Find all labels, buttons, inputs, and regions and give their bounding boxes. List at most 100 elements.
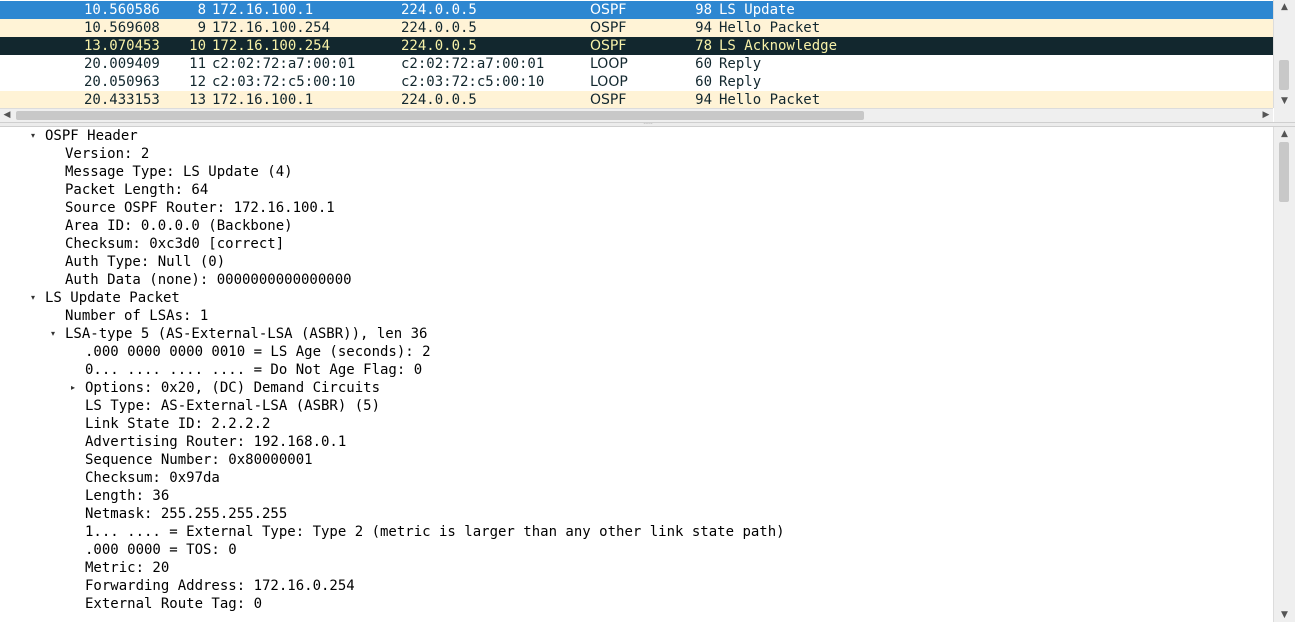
detail-tree-label: Packet Length: 64 <box>65 182 209 198</box>
scrollbar-thumb[interactable] <box>1279 142 1289 202</box>
detail-tree-item[interactable]: ▾ LS Update Packet <box>0 289 1273 307</box>
detail-tree-item[interactable]: Length: 36 <box>0 487 1273 505</box>
packet-list-pane: 8 10.560586 172.16.100.1 224.0.0.5 OSPF 98 LS … <box>0 0 1295 122</box>
expand-arrow-down-icon[interactable]: ▾ <box>27 289 39 307</box>
packet-time: 20.009409 <box>84 56 160 72</box>
detail-tree-label: Advertising Router: 192.168.0.1 <box>85 434 347 450</box>
detail-tree-label: 0... .... .... .... = Do Not Age Flag: 0 <box>85 362 423 378</box>
packet-source: 172.16.100.254 <box>212 20 331 36</box>
detail-tree-item[interactable]: Checksum: 0xc3d0 [correct] <box>0 235 1273 253</box>
detail-tree-label: Checksum: 0xc3d0 [correct] <box>65 236 285 252</box>
detail-tree-label: .000 0000 0000 0010 = LS Age (seconds): … <box>85 344 431 360</box>
detail-tree-item[interactable]: Advertising Router: 192.168.0.1 <box>0 433 1273 451</box>
detail-tree-item[interactable]: External Route Tag: 0 <box>0 595 1273 613</box>
expand-arrow-down-icon[interactable]: ▾ <box>47 325 59 343</box>
detail-tree-item[interactable]: ▸ Options: 0x20, (DC) Demand Circuits <box>0 379 1273 397</box>
detail-tree-item[interactable]: Link State ID: 2.2.2.2 <box>0 415 1273 433</box>
detail-tree-label: Metric: 20 <box>85 560 170 576</box>
packet-protocol: LOOP <box>590 74 628 90</box>
detail-tree-item[interactable]: Netmask: 255.255.255.255 <box>0 505 1273 523</box>
scrollbar-thumb[interactable] <box>16 111 864 120</box>
packet-destination: 224.0.0.5 <box>401 92 477 108</box>
scroll-down-arrow-icon[interactable]: ▼ <box>1274 94 1295 108</box>
packet-source: c2:03:72:c5:00:10 <box>212 74 356 90</box>
packet-info: Hello Packet <box>719 92 821 108</box>
detail-tree-label: 1... .... = External Type: Type 2 (metri… <box>85 524 785 540</box>
packet-list-horizontal-scrollbar[interactable]: ◀ ▶ <box>0 108 1273 122</box>
packet-length: 94 <box>695 92 712 108</box>
detail-tree-item[interactable]: Auth Type: Null (0) <box>0 253 1273 271</box>
detail-tree-item[interactable]: Forwarding Address: 172.16.0.254 <box>0 577 1273 595</box>
packet-source: 172.16.100.1 <box>212 92 314 108</box>
packet-length: 60 <box>695 56 712 72</box>
packet-row[interactable]: 8 10.560586 172.16.100.1 224.0.0.5 OSPF 98 LS … <box>0 1 1273 19</box>
packet-details-vertical-scrollbar[interactable]: ▲ ▼ <box>1273 127 1295 622</box>
packet-source: 172.16.100.1 <box>212 2 314 18</box>
detail-tree-item[interactable]: Source OSPF Router: 172.16.100.1 <box>0 199 1273 217</box>
packet-destination: c2:03:72:c5:00:10 <box>401 74 545 90</box>
detail-tree-label: Link State ID: 2.2.2.2 <box>85 416 271 432</box>
detail-tree-label: OSPF Header <box>45 128 138 144</box>
packet-protocol: LOOP <box>590 56 628 72</box>
packet-time: 20.433153 <box>84 92 160 108</box>
detail-tree-label: Forwarding Address: 172.16.0.254 <box>85 578 355 594</box>
detail-tree-item[interactable]: 0... .... .... .... = Do Not Age Flag: 0 <box>0 361 1273 379</box>
scrollbar-corner <box>1274 108 1295 122</box>
detail-tree-item[interactable]: ▾ OSPF Header <box>0 127 1273 145</box>
expand-arrow-right-icon[interactable]: ▸ <box>67 379 79 397</box>
scroll-up-arrow-icon[interactable]: ▲ <box>1274 127 1295 141</box>
detail-tree-label: Netmask: 255.255.255.255 <box>85 506 288 522</box>
detail-tree-label: Auth Data (none): 0000000000000000 <box>65 272 352 288</box>
packet-destination: c2:02:72:a7:00:01 <box>401 56 545 72</box>
detail-tree-label: Message Type: LS Update (4) <box>65 164 293 180</box>
scroll-right-arrow-icon[interactable]: ▶ <box>1259 109 1273 122</box>
packet-row[interactable]: 12 20.050963 c2:03:72:c5:00:10 c2:03:72:c5:… <box>0 73 1273 91</box>
packet-time: 13.070453 <box>84 38 160 54</box>
packet-time: 20.050963 <box>84 74 160 90</box>
detail-tree-label: LS Update Packet <box>45 290 180 306</box>
packet-list-vertical-scrollbar[interactable]: ▲ ▼ <box>1273 0 1295 108</box>
detail-tree-item[interactable]: 1... .... = External Type: Type 2 (metri… <box>0 523 1273 541</box>
detail-tree-item[interactable]: Checksum: 0x97da <box>0 469 1273 487</box>
detail-tree-label: Sequence Number: 0x80000001 <box>85 452 313 468</box>
packet-destination: 224.0.0.5 <box>401 38 477 54</box>
detail-tree-label: Source OSPF Router: 172.16.100.1 <box>65 200 335 216</box>
detail-tree-item[interactable]: Area ID: 0.0.0.0 (Backbone) <box>0 217 1273 235</box>
scroll-down-arrow-icon[interactable]: ▼ <box>1274 608 1295 622</box>
detail-tree-item[interactable]: .000 0000 0000 0010 = LS Age (seconds): … <box>0 343 1273 361</box>
packet-length: 98 <box>695 2 712 18</box>
packet-row[interactable]: 13 20.433153 172.16.100.1 224.0.0.5 OSPF 94 He… <box>0 91 1273 109</box>
packet-row[interactable]: 9 10.569608 172.16.100.254 224.0.0.5 OSPF 94 H… <box>0 19 1273 37</box>
detail-tree-label: External Route Tag: 0 <box>85 596 263 612</box>
packet-source: 172.16.100.254 <box>212 38 331 54</box>
detail-tree-item[interactable]: Sequence Number: 0x80000001 <box>0 451 1273 469</box>
detail-tree-item[interactable]: Packet Length: 64 <box>0 181 1273 199</box>
detail-tree-item[interactable]: LS Type: AS-External-LSA (ASBR) (5) <box>0 397 1273 415</box>
detail-tree-item[interactable]: Number of LSAs: 1 <box>0 307 1273 325</box>
scroll-left-arrow-icon[interactable]: ◀ <box>0 109 14 122</box>
packet-time: 10.560586 <box>84 2 160 18</box>
detail-tree-item[interactable]: Auth Data (none): 0000000000000000 <box>0 271 1273 289</box>
scrollbar-thumb[interactable] <box>1279 60 1289 90</box>
detail-tree-label: Checksum: 0x97da <box>85 470 220 486</box>
packet-row[interactable]: 10 13.070453 172.16.100.254 224.0.0.5 OSPF 78… <box>0 37 1273 55</box>
detail-tree-item[interactable]: Metric: 20 <box>0 559 1273 577</box>
packet-info: Reply <box>719 74 762 90</box>
packet-protocol: OSPF <box>590 2 627 18</box>
packet-length: 94 <box>695 20 712 36</box>
expand-arrow-down-icon[interactable]: ▾ <box>27 127 39 145</box>
packet-destination: 224.0.0.5 <box>401 20 477 36</box>
scroll-up-arrow-icon[interactable]: ▲ <box>1274 0 1295 14</box>
detail-tree-item[interactable]: Message Type: LS Update (4) <box>0 163 1273 181</box>
packet-protocol: OSPF <box>590 92 627 108</box>
packet-row[interactable]: 11 20.009409 c2:02:72:a7:00:01 c2:02:72:a7:… <box>0 55 1273 73</box>
detail-tree-item[interactable]: ▾ LSA-type 5 (AS-External-LSA (ASBR)), le… <box>0 325 1273 343</box>
detail-tree-label: LS Type: AS-External-LSA (ASBR) (5) <box>85 398 381 414</box>
packet-length: 60 <box>695 74 712 90</box>
splitter-grip-icon[interactable]: ····· <box>640 122 656 128</box>
detail-tree-label: Options: 0x20, (DC) Demand Circuits <box>85 380 381 396</box>
detail-tree-item[interactable]: Version: 2 <box>0 145 1273 163</box>
packet-length: 78 <box>695 38 712 54</box>
detail-tree-label: Area ID: 0.0.0.0 (Backbone) <box>65 218 293 234</box>
detail-tree-item[interactable]: .000 0000 = TOS: 0 <box>0 541 1273 559</box>
